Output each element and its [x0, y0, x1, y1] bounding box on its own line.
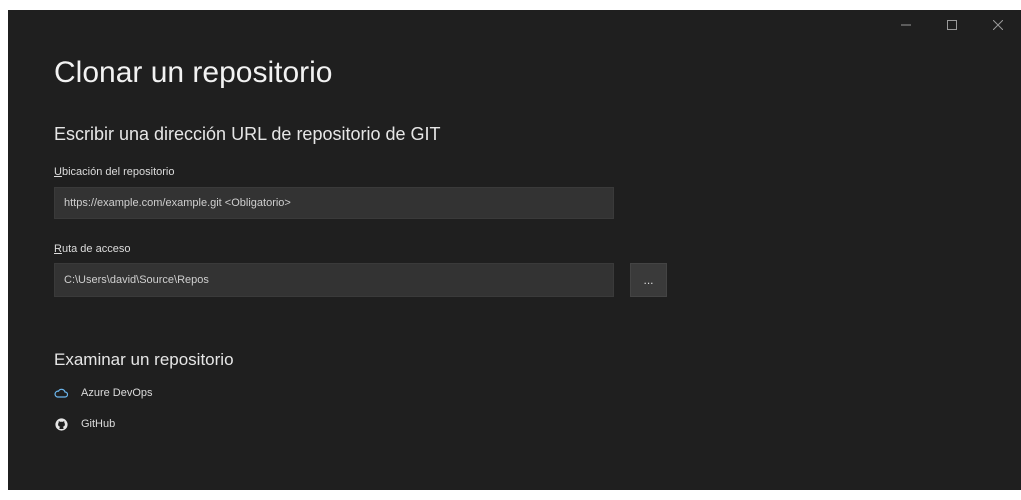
service-azure-devops[interactable]: Azure DevOps: [54, 384, 153, 402]
repo-location-placeholder: https://example.com/example.git <Obligat…: [64, 197, 291, 209]
browse-section-title: Examinar un repositorio: [54, 350, 234, 369]
minimize-icon: [901, 20, 911, 30]
path-label: Ruta de acceso: [54, 243, 130, 255]
repo-location-label-text: bicación del repositorio: [61, 166, 175, 178]
page-subtitle: Escribir una dirección URL de repositori…: [54, 124, 441, 144]
cloud-icon: [54, 386, 68, 400]
path-value: C:\Users\david\Source\Repos: [64, 274, 209, 286]
path-input[interactable]: C:\Users\david\Source\Repos: [54, 263, 614, 297]
maximize-icon: [947, 20, 957, 30]
maximize-button[interactable]: [929, 10, 975, 40]
service-label: GitHub: [81, 418, 116, 430]
service-github[interactable]: GitHub: [54, 415, 115, 433]
github-icon: [54, 417, 68, 431]
clone-repository-window: Clonar un repositorio Escribir una direc…: [8, 10, 1021, 490]
browse-path-button[interactable]: ...: [630, 263, 667, 297]
path-label-text: uta de acceso: [61, 243, 131, 255]
repo-location-input[interactable]: https://example.com/example.git <Obligat…: [54, 187, 614, 219]
repo-location-label: Ubicación del repositorio: [54, 166, 174, 178]
close-icon: [993, 20, 1003, 30]
close-button[interactable]: [975, 10, 1021, 40]
window-controls: [883, 10, 1021, 40]
page-title: Clonar un repositorio: [54, 56, 333, 89]
path-access-key: R: [54, 243, 62, 255]
service-label: Azure DevOps: [81, 387, 153, 399]
browse-path-label: ...: [643, 273, 654, 287]
minimize-button[interactable]: [883, 10, 929, 40]
repo-location-access-key: U: [54, 166, 62, 178]
